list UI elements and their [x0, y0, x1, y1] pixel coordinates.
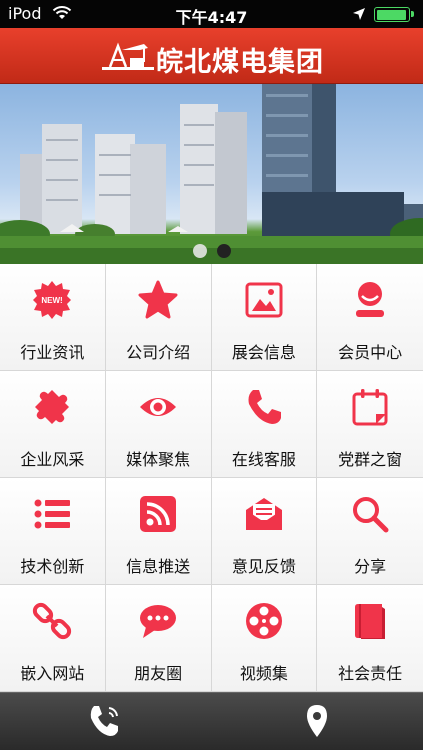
tile-label: 展会信息: [231, 343, 296, 362]
location-button[interactable]: [211, 693, 422, 750]
tile-label: 公司介绍: [126, 343, 191, 362]
tile-member-center[interactable]: 会员中心: [317, 264, 423, 371]
calendar-icon: [352, 389, 388, 426]
tile-label: 信息推送: [126, 557, 191, 576]
chat-bubble-icon: [140, 605, 177, 638]
banner-image: [0, 84, 423, 264]
location-pin-icon: [306, 705, 327, 737]
tile-label: 视频集: [239, 664, 288, 683]
carousel-dot[interactable]: [192, 244, 207, 258]
tile-label: 分享: [354, 557, 387, 576]
carousel-indicator: [0, 244, 423, 258]
tile-label: 企业风采: [20, 450, 85, 469]
tile-company-intro[interactable]: 公司介绍: [105, 264, 212, 371]
tile-feedback[interactable]: 意见反馈: [211, 478, 318, 585]
tile-exhibition-info[interactable]: 展会信息: [211, 264, 318, 371]
film-reel-icon: [245, 603, 282, 639]
puzzle-icon: [35, 390, 70, 424]
banner-carousel[interactable]: [0, 84, 423, 264]
call-button[interactable]: [0, 693, 211, 750]
phone-call-icon: [90, 706, 118, 736]
status-bar: iPod 下午4:47: [0, 0, 423, 28]
location-arrow-icon: [353, 8, 365, 20]
rss-icon: [140, 496, 177, 532]
envelope-icon: [245, 498, 282, 530]
tile-embed-website[interactable]: 嵌入网站: [0, 585, 106, 692]
tile-industry-news[interactable]: NEW! 行业资讯: [0, 264, 106, 371]
eye-icon: [140, 398, 177, 416]
tile-corporate-style[interactable]: 企业风采: [0, 371, 106, 478]
tile-label: 嵌入网站: [20, 664, 85, 683]
picture-icon: [245, 282, 283, 318]
carousel-dot-active[interactable]: [216, 244, 231, 258]
new-badge-text: NEW!: [42, 296, 63, 305]
user-icon: [356, 282, 385, 317]
tile-share[interactable]: 分享: [317, 478, 423, 585]
tile-label: 技术创新: [20, 557, 85, 576]
tile-label: 党群之窗: [338, 450, 403, 469]
tile-label: 在线客服: [231, 450, 296, 469]
oil-derrick-logo: [102, 42, 154, 70]
tile-label: 社会责任: [338, 664, 403, 683]
tile-video-collection[interactable]: 视频集: [211, 585, 318, 692]
app-title: 皖北煤电集团: [156, 47, 324, 78]
star-icon: [138, 280, 178, 319]
tile-label: 媒体聚焦: [126, 450, 191, 469]
link-icon: [33, 602, 72, 640]
tile-tech-innovation[interactable]: 技术创新: [0, 478, 106, 585]
tile-party-window[interactable]: 党群之窗: [317, 371, 423, 478]
search-icon: [353, 497, 389, 533]
tile-info-push[interactable]: 信息推送: [105, 478, 212, 585]
phone-icon: [248, 390, 281, 424]
menu-grid: NEW! 行业资讯 公司介绍 展会信息 会员中心 企业风采 媒体聚焦 在线客服 …: [0, 264, 423, 692]
app-header: 皖北煤电集团: [0, 28, 423, 84]
tile-online-service[interactable]: 在线客服: [211, 371, 318, 478]
tile-media-focus[interactable]: 媒体聚焦: [105, 371, 212, 478]
tile-social-responsibility[interactable]: 社会责任: [317, 585, 423, 692]
tile-label: 行业资讯: [20, 343, 85, 362]
new-badge-icon: NEW!: [33, 281, 72, 319]
battery-icon: [374, 7, 414, 22]
tile-label: 会员中心: [338, 343, 403, 362]
bottom-toolbar: [0, 692, 423, 750]
tile-moments[interactable]: 朋友圈: [105, 585, 212, 692]
list-icon: [34, 499, 71, 529]
tile-label: 意见反馈: [231, 557, 296, 576]
tile-label: 朋友圈: [134, 664, 183, 683]
book-icon: [355, 604, 386, 639]
